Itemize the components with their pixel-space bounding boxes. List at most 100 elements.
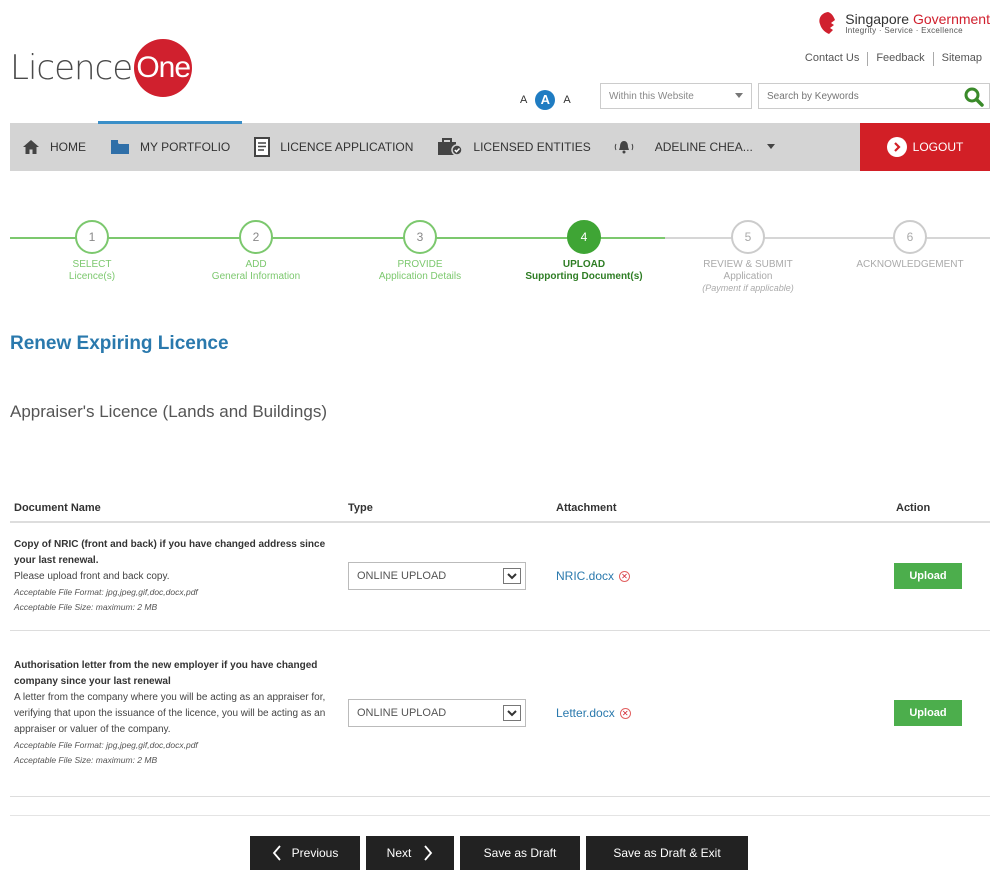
bell-icon — [614, 141, 634, 154]
attachment-link[interactable]: Letter.docx — [556, 706, 615, 720]
step-note: (Payment if applicable) — [702, 283, 794, 293]
user-menu[interactable]: ADELINE CHEA... — [645, 123, 785, 171]
logout-label: LOGOUT — [912, 140, 964, 154]
table-header-row: Document Name Type Attachment Action — [10, 495, 990, 523]
step-number: 2 — [239, 220, 273, 254]
next-label: Next — [386, 846, 412, 860]
step-title: ACKNOWLEDGEMENT — [856, 259, 964, 270]
step-number: 4 — [567, 220, 601, 254]
documents-table: Document Name Type Attachment Action Cop… — [10, 495, 990, 797]
table-row: Copy of NRIC (front and back) if you hav… — [10, 522, 990, 631]
nav-licence-application[interactable]: LICENCE APPLICATION — [242, 123, 425, 171]
step-review-submit: 5 REVIEW & SUBMIT Application (Payment i… — [678, 220, 818, 294]
file-size-note: Acceptable File Size: maximum: 2 MB — [14, 602, 158, 613]
nav-my-portfolio[interactable]: MY PORTFOLIO — [98, 121, 243, 171]
upload-type-select[interactable]: ONLINE UPLOAD — [348, 562, 526, 591]
col-type: Type — [344, 495, 552, 523]
save-as-draft-exit-button[interactable]: Save as Draft & Exit — [586, 836, 748, 870]
logout-button[interactable]: LOGOUT — [860, 123, 990, 171]
step-subtitle: Application — [723, 271, 773, 282]
gov-title: Singapore Government — [845, 12, 990, 26]
upload-type-select[interactable]: ONLINE UPLOAD — [348, 699, 526, 727]
step-number: 1 — [75, 220, 109, 254]
file-size-note: Acceptable File Size: maximum: 2 MB — [14, 755, 158, 765]
step-title: SELECT — [72, 259, 112, 270]
application-stepper: 1 SELECT Licence(s) 2 ADD General Inform… — [0, 215, 990, 315]
nav-licensed-entities-label: LICENSED ENTITIES — [473, 140, 591, 154]
user-name: ADELINE CHEA... — [654, 140, 753, 154]
col-document-name: Document Name — [10, 495, 344, 523]
nav-licence-application-label: LICENCE APPLICATION — [280, 140, 414, 154]
remove-attachment-icon[interactable]: ✕ — [619, 707, 631, 719]
home-icon — [23, 140, 39, 154]
step-title: UPLOAD — [562, 259, 606, 270]
font-medium-button[interactable]: A — [535, 90, 556, 110]
bottom-divider — [10, 815, 990, 816]
step-add-general-info[interactable]: 2 ADD General Information — [186, 220, 326, 283]
previous-button[interactable]: Previous — [250, 836, 360, 870]
document-description: Please upload front and back copy. — [14, 571, 170, 583]
document-name: Copy of NRIC (front and back) if you hav… — [14, 539, 326, 567]
nav-home-label: HOME — [50, 140, 86, 154]
next-button[interactable]: Next — [366, 836, 454, 870]
folder-icon — [111, 140, 129, 154]
nav-licensed-entities[interactable]: LICENSED ENTITIES — [425, 123, 602, 171]
step-upload-documents: 4 UPLOAD Supporting Document(s) — [514, 220, 654, 283]
step-subtitle: Application Details — [378, 271, 462, 282]
document-description: A letter from the company where you will… — [14, 692, 326, 735]
chevron-left-icon — [272, 845, 281, 861]
sitemap-link[interactable]: Sitemap — [934, 52, 990, 66]
document-icon — [254, 137, 271, 157]
col-attachment: Attachment — [552, 495, 872, 523]
step-title: PROVIDE — [397, 259, 443, 270]
singapore-government-logo[interactable]: Singapore Government Integrity · Service… — [815, 10, 990, 36]
caret-down-icon — [735, 93, 743, 98]
save-as-draft-button[interactable]: Save as Draft — [460, 836, 580, 870]
attachment: Letter.docx ✕ — [556, 706, 868, 720]
gov-motto: Integrity · Service · Excellence — [845, 25, 963, 35]
font-large-button[interactable]: A — [563, 94, 570, 106]
upload-button[interactable]: Upload — [894, 700, 962, 726]
chevron-down-icon — [503, 568, 521, 585]
attachment-link[interactable]: NRIC.docx — [556, 569, 614, 583]
gov-title-part2: Government — [912, 10, 990, 27]
contact-us-link[interactable]: Contact Us — [797, 52, 867, 66]
remove-attachment-icon[interactable]: ✕ — [619, 570, 631, 582]
step-number: 5 — [731, 220, 765, 254]
step-title: REVIEW & SUBMIT — [703, 259, 793, 270]
step-number: 6 — [893, 220, 927, 254]
step-subtitle: Supporting Document(s) — [525, 271, 643, 282]
nav-home[interactable]: HOME — [10, 123, 98, 171]
logo-one-badge: One — [134, 39, 193, 97]
upload-type-value: ONLINE UPLOAD — [357, 707, 447, 719]
licenceone-logo[interactable]: Licence One — [10, 38, 193, 98]
step-provide-details[interactable]: 3 PROVIDE Application Details — [350, 220, 490, 283]
feedback-link[interactable]: Feedback — [868, 52, 932, 66]
font-small-button[interactable]: A — [520, 94, 527, 106]
font-size-controls: A A A — [520, 90, 571, 110]
file-format-note: Acceptable File Format: jpg,jpeg,gif,doc… — [14, 587, 198, 598]
step-select-licences[interactable]: 1 SELECT Licence(s) — [22, 220, 162, 283]
step-title: ADD — [245, 259, 267, 270]
search-icon[interactable] — [963, 86, 985, 108]
step-subtitle: General Information — [211, 271, 301, 282]
page-title: Renew Expiring Licence — [10, 333, 229, 354]
notifications-bell[interactable] — [603, 123, 645, 171]
step-subtitle: Licence(s) — [68, 271, 116, 282]
upload-button[interactable]: Upload — [894, 563, 962, 590]
attachment: NRIC.docx ✕ — [556, 569, 868, 583]
top-links: Contact Us Feedback Sitemap — [797, 52, 990, 66]
document-name: Authorisation letter from the new employ… — [14, 660, 318, 687]
previous-label: Previous — [291, 846, 339, 860]
search-scope-value: Within this Website — [609, 90, 694, 102]
search-scope-select[interactable]: Within this Website — [600, 83, 752, 109]
upload-type-value: ONLINE UPLOAD — [357, 570, 447, 583]
search-input[interactable] — [765, 89, 949, 103]
logo-text: Licence — [10, 48, 133, 88]
lion-head-icon — [819, 12, 836, 34]
arrow-right-icon — [886, 137, 907, 157]
briefcase-icon — [438, 138, 464, 156]
chevron-right-icon — [424, 845, 433, 861]
caret-down-icon — [766, 144, 775, 149]
col-action: Action — [872, 495, 990, 523]
